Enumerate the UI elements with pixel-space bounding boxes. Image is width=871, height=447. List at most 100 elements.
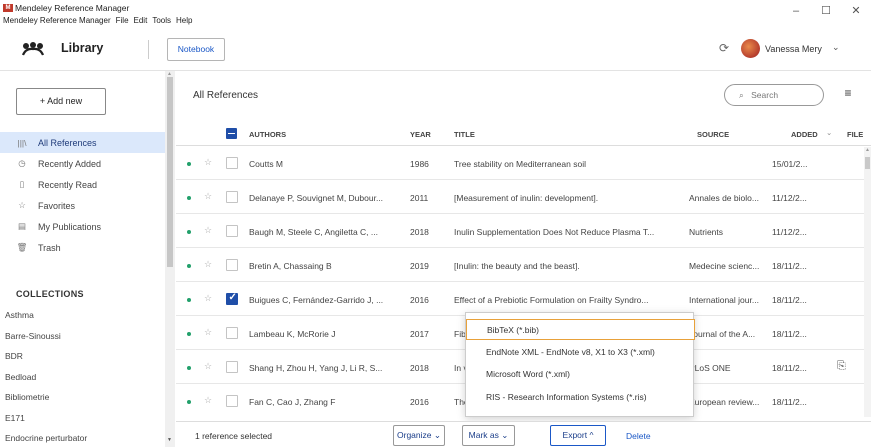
- sidebar-item-favorites[interactable]: ☆ Favorites: [0, 195, 165, 216]
- favorite-star-icon[interactable]: ☆: [204, 327, 212, 338]
- trash-icon: 🗑: [16, 242, 28, 252]
- row-checkbox[interactable]: [226, 292, 238, 305]
- status-dot-icon: [187, 162, 191, 166]
- window-titlebar: M Mendeley Reference Manager Mendeley Re…: [0, 0, 871, 30]
- row-checkbox[interactable]: [226, 225, 238, 237]
- library-title: Library: [61, 41, 104, 55]
- avatar[interactable]: [741, 39, 760, 58]
- sidebar-scrollbar[interactable]: ▲ ▼: [165, 71, 175, 447]
- export-ris-item[interactable]: RIS - Research Information Systems (*.ri…: [466, 387, 695, 408]
- user-name[interactable]: Vanessa Mery: [765, 44, 822, 54]
- column-year[interactable]: YEAR: [410, 130, 431, 139]
- row-checkbox[interactable]: [226, 259, 238, 271]
- sidebar-item-all-references[interactable]: |||\ All References: [0, 132, 165, 153]
- filter-icon[interactable]: ≡: [840, 85, 856, 101]
- row-authors: Fan C, Cao J, Zhang F: [249, 397, 336, 407]
- collections-list: Asthma Barre-Sinoussi BDR Bedload Biblio…: [5, 305, 87, 447]
- menu-edit[interactable]: Edit: [134, 16, 148, 25]
- organize-button[interactable]: Organize ⌄: [393, 425, 445, 446]
- status-dot-icon: [187, 230, 191, 234]
- search-icon: ⌕: [739, 90, 744, 100]
- favorite-star-icon[interactable]: ☆: [204, 157, 212, 168]
- sync-icon[interactable]: ⟳: [716, 40, 732, 56]
- sidebar-item-recently-added[interactable]: ◷ Recently Added: [0, 153, 165, 174]
- select-all-checkbox[interactable]: [226, 128, 237, 139]
- row-authors: Lambeau K, McRorie J: [249, 329, 336, 339]
- favorite-star-icon[interactable]: ☆: [204, 191, 212, 202]
- sidebar-item-label: Trash: [38, 242, 61, 253]
- table-row[interactable]: ☆ Bretin A, Chassaing B 2019 [Inulin: the b…: [176, 249, 864, 282]
- table-row[interactable]: ☆ Baugh M, Steele C, Angiletta C, ... 2018…: [176, 215, 864, 248]
- export-endnote-item[interactable]: EndNote XML - EndNote v8, X1 to X3 (*.xm…: [466, 342, 695, 363]
- row-year: 2017: [410, 329, 429, 339]
- favorite-star-icon[interactable]: ☆: [204, 259, 212, 270]
- sidebar-item-trash[interactable]: 🗑 Trash: [0, 237, 165, 258]
- chevron-down-icon[interactable]: ⌄: [832, 42, 840, 53]
- row-authors: Delanaye P, Souvignet M, Dubour...: [249, 193, 384, 203]
- mendeley-logo-icon[interactable]: [22, 42, 44, 56]
- favorite-star-icon[interactable]: ☆: [204, 395, 212, 406]
- row-checkbox[interactable]: [226, 327, 238, 339]
- row-checkbox[interactable]: [226, 395, 238, 407]
- favorite-star-icon[interactable]: ☆: [204, 361, 212, 372]
- row-checkbox[interactable]: [226, 191, 238, 203]
- favorite-star-icon[interactable]: ☆: [204, 225, 212, 236]
- attach-file-icon[interactable]: ⎘: [837, 360, 846, 373]
- scroll-down-arrow-icon[interactable]: ▼: [167, 437, 172, 443]
- export-word-item[interactable]: Microsoft Word (*.xml): [466, 364, 695, 385]
- menu-help[interactable]: Help: [176, 16, 192, 25]
- table-scrollbar[interactable]: ▲: [864, 147, 871, 417]
- row-year: 2016: [410, 295, 429, 305]
- sort-chevron-icon[interactable]: ⌄: [826, 128, 832, 137]
- search-input[interactable]: ⌕ Search: [724, 84, 824, 106]
- menu-file[interactable]: File: [116, 16, 129, 25]
- export-bibtex-item[interactable]: BibTeX (*.bib): [466, 319, 695, 340]
- delete-button[interactable]: Delete: [626, 431, 651, 441]
- sidebar-item-label: Recently Added: [38, 158, 102, 169]
- row-added: 18/11/2...: [772, 329, 807, 339]
- add-new-button[interactable]: + Add new: [16, 88, 106, 115]
- maximize-button[interactable]: ☐: [811, 0, 841, 22]
- row-checkbox[interactable]: [226, 157, 238, 169]
- sidebar-item-recently-read[interactable]: ▯ Recently Read: [0, 174, 165, 195]
- collection-item[interactable]: Endocrine perturbator: [5, 428, 87, 447]
- column-added[interactable]: ADDED: [791, 130, 818, 139]
- row-title: Inulin Supplementation Does Not Reduce P…: [454, 227, 655, 237]
- row-checkbox[interactable]: [226, 361, 238, 373]
- row-title: [Measurement of inulin: development].: [454, 193, 599, 203]
- mark-as-button[interactable]: Mark as ⌄: [462, 425, 515, 446]
- notebook-button[interactable]: Notebook: [167, 38, 225, 61]
- row-title: Tree stability on Mediterranean soil: [454, 159, 586, 169]
- close-button[interactable]: ✕: [841, 0, 871, 22]
- row-year: 2011: [410, 193, 429, 203]
- row-authors: Coutts M: [249, 159, 284, 169]
- scroll-up-arrow-icon[interactable]: ▲: [865, 147, 870, 153]
- table-row[interactable]: ☆ Coutts M 1986 Tree stability on Mediterra…: [176, 147, 864, 180]
- collection-item[interactable]: BDR: [5, 346, 87, 367]
- row-added: 18/11/2...: [772, 363, 807, 373]
- menu-app[interactable]: Mendeley Reference Manager: [3, 16, 111, 25]
- row-source: PLoS ONE: [689, 363, 731, 373]
- menu-tools[interactable]: Tools: [152, 16, 171, 25]
- scrollbar-thumb[interactable]: [167, 77, 173, 267]
- collection-item[interactable]: Asthma: [5, 305, 87, 326]
- collection-item[interactable]: Bedload: [5, 367, 87, 388]
- column-title[interactable]: TITLE: [454, 130, 475, 139]
- collection-item[interactable]: Barre-Sinoussi: [5, 326, 87, 347]
- table-header: AUTHORS YEAR TITLE SOURCE ADDED ⌄ FILE: [176, 121, 871, 146]
- column-authors[interactable]: AUTHORS: [249, 130, 286, 139]
- minimize-button[interactable]: –: [781, 0, 811, 22]
- row-source: European review...: [689, 397, 760, 407]
- column-source[interactable]: SOURCE: [697, 130, 729, 139]
- row-added: 11/12/2...: [772, 193, 807, 203]
- table-row[interactable]: ☆ Delanaye P, Souvignet M, Dubour... 2011 […: [176, 181, 864, 214]
- sidebar-item-my-publications[interactable]: ▤ My Publications: [0, 216, 165, 237]
- favorite-star-icon[interactable]: ☆: [204, 293, 212, 304]
- collection-item[interactable]: E171: [5, 408, 87, 429]
- row-year: 2018: [410, 227, 429, 237]
- scrollbar-thumb[interactable]: [865, 157, 870, 169]
- export-button[interactable]: Export ^: [550, 425, 606, 446]
- column-file[interactable]: FILE: [847, 130, 863, 139]
- row-added: 18/11/2...: [772, 261, 807, 271]
- collection-item[interactable]: Bibliometrie: [5, 387, 87, 408]
